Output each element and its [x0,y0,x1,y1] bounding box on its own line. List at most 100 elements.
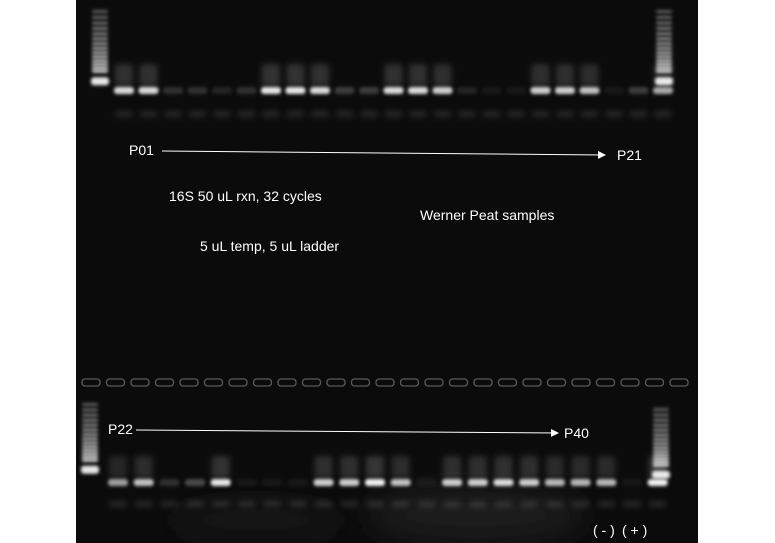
row1-dimer [262,111,280,117]
row2-right-ladder-band [653,413,669,417]
row2-dimer [288,501,307,507]
row1-sample-band [187,87,208,94]
row1-left-ladder-band [92,62,108,66]
row1-left-ladder-bright-band [91,77,109,86]
row1-left-ladder-band [92,15,108,19]
row2-well [546,378,567,387]
row2-left-ladder-band [82,448,98,452]
row2-sample-smear [366,456,384,478]
row2-sample-band [647,479,668,486]
row2-well [252,378,273,387]
row2-sample-smear [443,456,462,478]
row1-dimer [164,111,182,117]
row2-sample-band [108,479,128,486]
row1-right-ladder-band [656,37,672,41]
row2-well [399,378,420,387]
row2-left-ladder-band [82,452,98,456]
row1-arrow [161,150,606,159]
row1-sample-band [383,87,404,94]
row1-dimer [286,111,305,117]
row1-left-ladder-band [92,66,108,70]
row2-dimer [263,501,282,507]
row2-well [522,378,542,387]
row1-primer-dimers [115,111,672,117]
row1-sample-band [432,87,453,94]
row1-dimer [115,111,133,117]
row1-dimer [580,111,599,117]
row2-sample-band [133,479,154,486]
row1-sample-band [579,87,600,94]
row1-sample-band [506,87,526,94]
row2-sample-smear [211,456,230,478]
row1-dimer [384,111,403,117]
row2-dimer [417,501,436,507]
row2-dimer [520,501,539,507]
row2-left-ladder-band [82,437,98,441]
row2-sample-smear [391,456,410,478]
row1-sample-smear [262,64,280,86]
row1-sample-band [481,87,502,94]
row2-arrow [135,428,559,437]
row2-dimer [109,501,127,507]
row2-right-ladder-band [653,428,669,432]
row1-left-ladder-band [92,59,108,63]
row1-right-ladder-band [656,59,672,63]
row2-sample-smear [134,456,153,478]
row1-sample-smear [286,64,305,86]
row2-well [620,378,640,387]
row2-sample-smear [314,456,333,478]
row2-well [326,378,346,387]
row1-sample-smear [384,64,403,86]
row1-dimer [654,111,672,117]
row2-sample-band [416,479,437,486]
row2-sample-smear [597,456,616,478]
row2-sample-band [262,479,283,486]
row2-left-ladder-band [82,432,98,436]
row2-sample-band [236,479,257,486]
row2-left-ladder-band [82,428,98,432]
row1-left-ladder-band [92,42,108,46]
row2-wells [81,378,689,387]
row2-sample-smear [520,456,539,478]
row2-sample-smear [648,456,667,478]
row2-well [105,378,126,387]
reaction-note: 16S 50 uL rxn, 32 cycles [169,188,322,204]
row1-sample-band [555,87,575,94]
row2-right-ladder-band [653,433,669,437]
row1-sample-band [334,87,355,94]
row2-dimer [237,501,256,507]
row2-well [301,378,322,387]
row2-sample-smear [468,456,487,478]
row2-left-ladder-band [82,458,98,462]
row2-well [595,378,616,387]
row1-sample-band [285,87,306,94]
row1-sample-band [163,87,183,94]
row2-well [424,378,444,387]
row1-sample-band [236,87,257,94]
row2-sample-band [493,479,514,486]
row2-right-ladder-band [653,423,669,427]
row2-dimer [597,501,616,507]
row2-dimer [443,501,462,507]
row1-dimer [335,111,354,117]
row1-sample-smear [433,64,452,86]
row1-dimer [531,111,550,117]
row1-sample-smear [409,64,427,86]
row2-sample-band [365,479,385,486]
row2-dimer [391,501,410,507]
row2-well [179,378,199,387]
row1-left-ladder-band [92,27,108,31]
row1-dimer [237,111,256,117]
row1-right-ladder-band [656,46,672,50]
row2-sample-smear [571,456,590,478]
row2-dimer [648,501,667,507]
row2-right-ladder-band [653,418,669,422]
row2-well [375,378,395,387]
row1-bands [114,64,673,94]
row2-dimer [314,501,333,507]
row1-dimer [360,111,378,117]
row1-sample-smear [531,64,550,86]
row1-sample-band [138,87,159,94]
row2-well [448,378,469,387]
gel-canvas [81,10,689,543]
